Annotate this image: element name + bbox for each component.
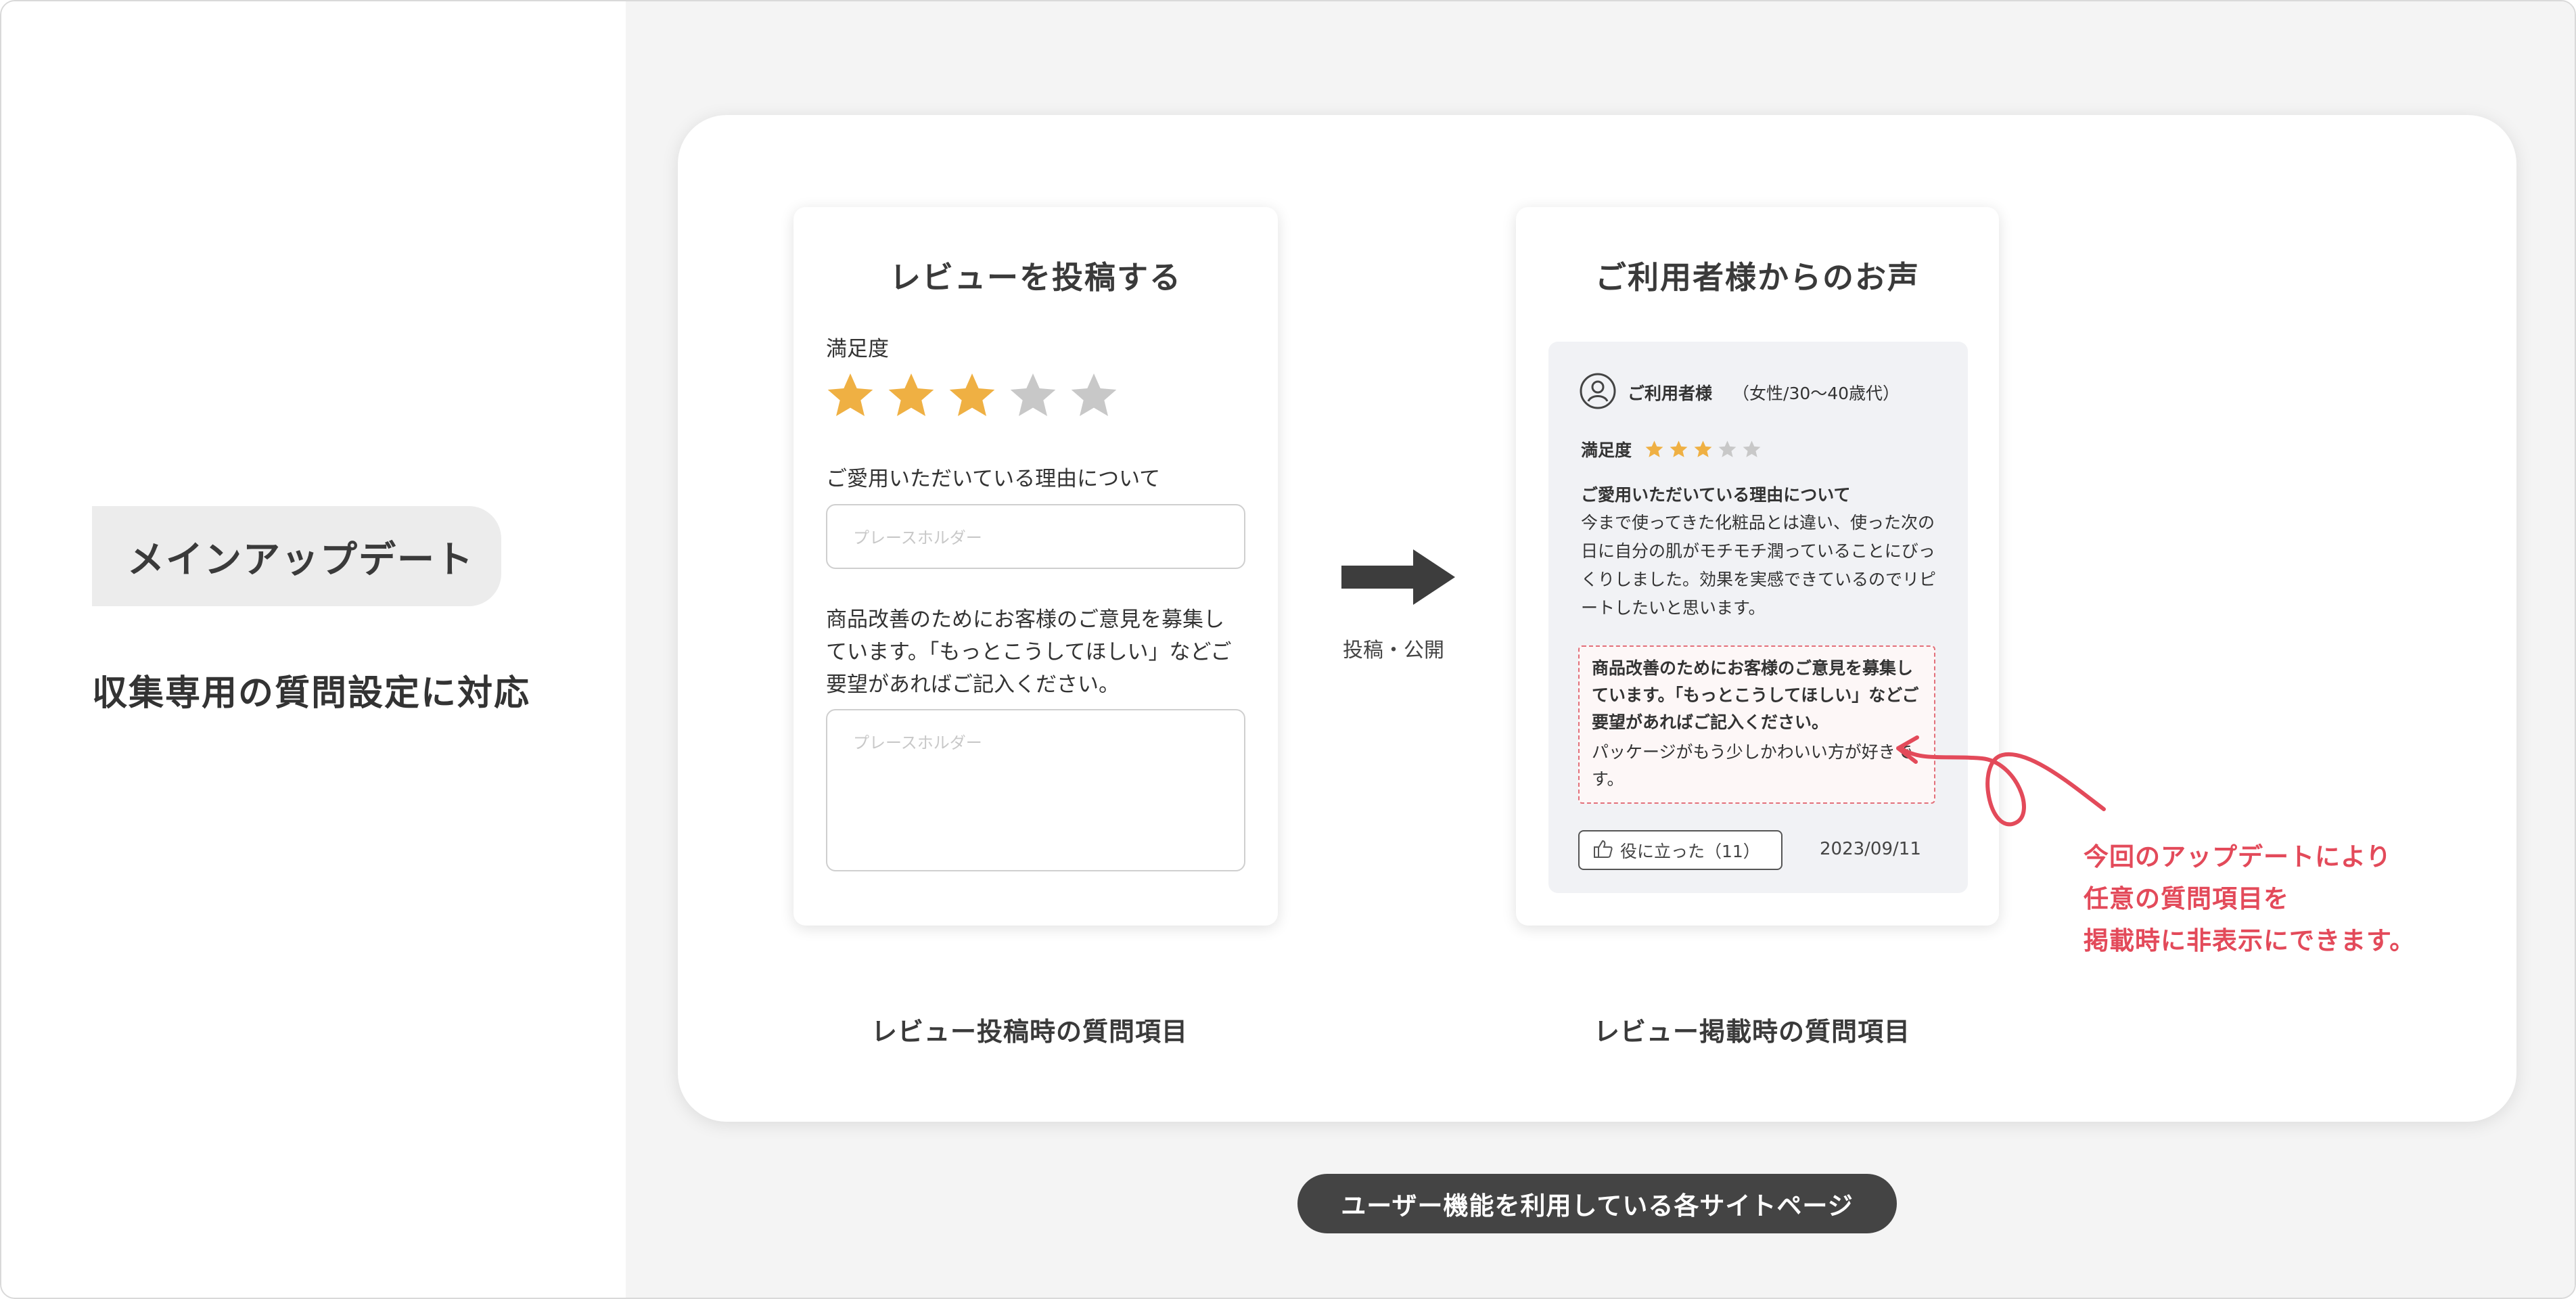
star-filled-icon	[1694, 440, 1712, 457]
feature-heading: 収集専用の質問設定に対応	[92, 673, 531, 714]
star-filled-icon	[1670, 440, 1688, 457]
display-q1-title: ご愛用いただいている理由について	[1581, 485, 1851, 505]
site-pages-pill: ユーザー機能を利用している各サイトページ	[1297, 1174, 1897, 1233]
right-arrow-icon	[1339, 547, 1458, 608]
post-reason-label: ご愛用いただいている理由について	[826, 467, 1161, 491]
star-filled-icon[interactable]	[945, 369, 999, 424]
star-empty-icon	[1718, 440, 1736, 457]
reason-input-placeholder: プレースホルダー	[853, 528, 982, 547]
improve-textarea[interactable]: プレースホルダー	[826, 709, 1245, 871]
display-caption: レビュー掲載時の質問項目	[1594, 1017, 1911, 1047]
display-q2-body: パッケージがもう少しかわいい方が好きです。	[1592, 742, 1912, 789]
post-caption: レビュー投稿時の質問項目	[871, 1017, 1189, 1047]
post-improve-label: 商品改善のためにお客様のご意見を募集しています。「もっとこうしてほしい」などご要…	[826, 608, 1232, 697]
reviewer-meta: （女性/30〜40歳代）	[1732, 384, 1900, 403]
star-filled-icon[interactable]	[823, 369, 877, 424]
star-filled-icon[interactable]	[884, 369, 938, 424]
display-rating-stars	[1644, 439, 1762, 460]
display-satisfaction-label: 満足度	[1581, 440, 1632, 460]
star-empty-icon[interactable]	[1006, 369, 1060, 424]
display-panel-title: ご利用者様からのお声	[1595, 259, 1920, 296]
update-badge: メインアップデート	[92, 506, 501, 606]
reviewer-row: ご利用者様 （女性/30〜40歳代）	[1579, 373, 1900, 411]
helpful-button-label: 役に立った（11）	[1620, 841, 1760, 861]
post-panel-title: レビューを投稿する	[890, 259, 1182, 296]
helpful-button[interactable]: 役に立った（11）	[1578, 830, 1782, 870]
reviewer-name: ご利用者様	[1628, 384, 1713, 403]
user-circle-icon	[1579, 372, 1617, 413]
thumbs-up-icon	[1593, 839, 1613, 862]
left-pane	[1, 1, 626, 1298]
star-empty-icon[interactable]	[1067, 369, 1121, 424]
improve-textarea-placeholder: プレースホルダー	[853, 733, 982, 752]
post-satisfaction-label: 満足度	[826, 337, 889, 361]
reason-input[interactable]: プレースホルダー	[826, 504, 1245, 569]
post-publish-label: 投稿・公開	[1343, 639, 1444, 662]
hidden-question-highlight: 商品改善のためにお客様のご意見を募集しています。「もっとこうしてほしい」などご要…	[1578, 645, 1935, 804]
display-satisfaction-row: 満足度	[1581, 437, 1762, 461]
update-note: 今回のアップデートにより 任意の質問項目を 掲載時に非表示にできます。	[2084, 842, 2416, 955]
post-rating-stars[interactable]	[823, 369, 1121, 424]
star-empty-icon	[1743, 440, 1761, 457]
star-filled-icon	[1645, 440, 1663, 457]
display-q1-body: 今まで使ってきた化粧品とは違い、使った次の日に自分の肌がモチモチ潤っていることに…	[1581, 513, 1937, 618]
display-q2-title: 商品改善のためにお客様のご意見を募集しています。「もっとこうしてほしい」などご要…	[1592, 658, 1919, 732]
